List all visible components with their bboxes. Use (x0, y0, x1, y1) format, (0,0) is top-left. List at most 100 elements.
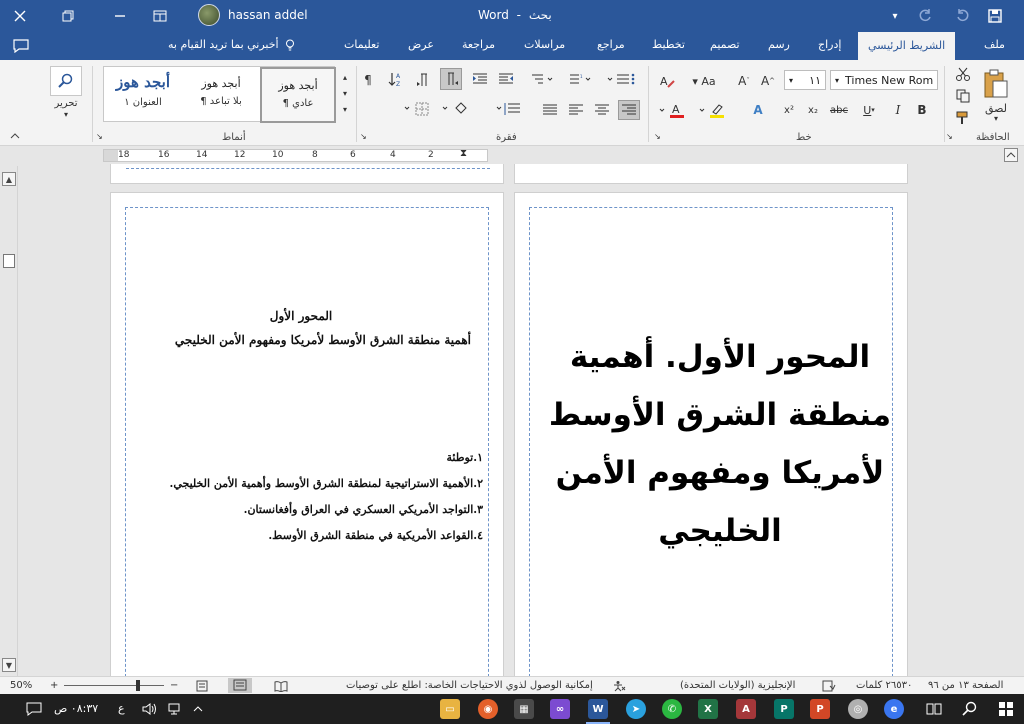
search-label[interactable]: بحث (529, 8, 552, 22)
restore-window-button[interactable] (48, 0, 88, 32)
tell-me-search[interactable]: أخبرني بما تريد القيام به (168, 38, 295, 51)
powerpoint-icon[interactable]: P (810, 699, 830, 719)
show-formatting-button[interactable]: ¶ (360, 72, 376, 88)
focus-mode-button[interactable] (196, 680, 208, 695)
text-effects-button[interactable]: A (748, 100, 768, 120)
page-left[interactable]: المحور الأول أهمية منطقة الشرق الأوسط لأ… (110, 192, 504, 676)
tab-mailings[interactable]: مراسلات (524, 38, 565, 51)
telegram-icon[interactable]: ➤ (626, 699, 646, 719)
strikethrough-button[interactable]: abc (828, 102, 850, 118)
tab-home[interactable]: الشريط الرئيسي (858, 32, 956, 60)
publisher-icon[interactable]: P (774, 699, 794, 719)
clipboard-launcher[interactable]: ↘ (946, 132, 953, 141)
decrease-indent-button[interactable] (496, 70, 516, 88)
list-item[interactable]: ١.توطئة (125, 451, 483, 464)
section-heading[interactable]: المحور الأول (131, 309, 471, 323)
find-button[interactable] (50, 66, 82, 96)
styles-launcher[interactable]: ↘ (96, 132, 103, 141)
format-painter-button[interactable] (954, 110, 972, 126)
proofing-icon[interactable] (822, 680, 836, 695)
editing-dropdown[interactable]: ▾ (60, 110, 72, 119)
grow-font-button[interactable]: A ^ (758, 72, 778, 90)
ribbon-display-options-button[interactable] (140, 0, 180, 32)
view-ruler-button[interactable] (1004, 148, 1018, 162)
network-button[interactable] (164, 699, 184, 719)
editing-label[interactable]: تحرير (48, 98, 84, 109)
language-status[interactable]: الإنجليزية (الولايات المتحدة) (680, 680, 795, 691)
scroll-up-button[interactable]: ▲ (2, 172, 16, 186)
shading-button[interactable] (440, 100, 472, 118)
zoom-level[interactable]: 50% (10, 680, 32, 691)
tab-help[interactable]: تعليمات (344, 38, 379, 51)
access-icon[interactable]: A (736, 699, 756, 719)
tab-file[interactable]: ملف (984, 38, 1005, 51)
word-icon[interactable]: W (588, 699, 608, 719)
whatsapp-icon[interactable]: ✆ (662, 699, 682, 719)
tab-review[interactable]: مراجعة (462, 38, 495, 51)
search-button[interactable] (960, 699, 980, 719)
clear-formatting-button[interactable]: A (656, 72, 678, 90)
read-mode-button[interactable] (274, 680, 288, 695)
list-item[interactable]: ٣.التواجد الأمريكي العسكري في العراق وأف… (125, 503, 483, 516)
ltr-direction-button[interactable] (414, 70, 434, 90)
print-layout-button[interactable] (228, 678, 252, 693)
save-button[interactable] (980, 0, 1010, 32)
zoom-in-button[interactable]: + (50, 680, 58, 691)
list-item[interactable]: ٤.القواعد الأمريكية في منطقة الشرق الأوس… (125, 529, 483, 542)
scroll-down-button[interactable]: ▼ (2, 658, 16, 672)
start-button[interactable] (996, 699, 1016, 719)
underline-button[interactable]: U ▾ (856, 102, 882, 118)
change-case-button[interactable]: ▾ Aa (686, 72, 722, 90)
align-right-button[interactable] (618, 100, 640, 120)
superscript-button[interactable]: x² (780, 102, 798, 118)
highlight-button[interactable] (696, 100, 732, 120)
shrink-font-button[interactable]: Aˇ (734, 72, 754, 90)
redo-button[interactable] (910, 0, 940, 32)
tab-layout[interactable]: تخطيط (652, 38, 685, 51)
minimize-window-button[interactable] (100, 0, 140, 32)
font-color-button[interactable]: A (656, 100, 692, 120)
word-count[interactable]: ٢٦٥٣٠ كلمات (856, 680, 912, 691)
paste-dropdown[interactable]: ▾ (990, 114, 1002, 123)
excel-icon[interactable]: X (698, 699, 718, 719)
section-subheading[interactable]: أهمية منطقة الشرق الأوسط لأمريكا ومفهوم … (131, 333, 471, 347)
vertical-scrollbar[interactable]: ▲ ▼ (0, 166, 18, 676)
numbering-button[interactable]: 1 (566, 70, 596, 88)
font-size-dropdown[interactable]: ▾ ١١ (784, 70, 826, 90)
style-heading1[interactable]: أبجد هوز العنوان ١ (104, 67, 182, 123)
input-language[interactable]: ع (118, 702, 125, 715)
line-spacing-button[interactable] (494, 100, 524, 118)
clock[interactable]: ٠٨:٣٧ ص (54, 702, 98, 715)
show-hidden-icons-button[interactable] (188, 699, 208, 719)
undo-button[interactable] (948, 0, 978, 32)
document-area[interactable]: المحور الأول أهمية منطقة الشرق الأوسط لأ… (18, 164, 1024, 676)
edge-icon[interactable]: e (884, 699, 904, 719)
sort-button[interactable]: AZ (386, 70, 404, 88)
font-launcher[interactable]: ↘ (654, 132, 661, 141)
tab-draw[interactable]: رسم (768, 38, 790, 51)
calculator-icon[interactable]: ▦ (514, 699, 534, 719)
subscript-button[interactable]: x₂ (804, 102, 822, 118)
increase-indent-button[interactable] (470, 70, 490, 88)
multilevel-list-button[interactable] (528, 70, 558, 88)
volume-button[interactable] (140, 699, 160, 719)
tab-view[interactable]: عرض (408, 38, 434, 51)
align-center-button[interactable] (592, 102, 612, 118)
justify-button[interactable] (540, 102, 560, 118)
font-name-dropdown[interactable]: ▾ Times New Rom (830, 70, 938, 90)
file-explorer-icon[interactable]: ▭ (440, 699, 460, 719)
list-item[interactable]: ٢.الأهمية الاستراتيجية لمنطقة الشرق الأو… (125, 477, 483, 490)
accessibility-status[interactable]: إمكانية الوصول لذوي الاحتياجات الخاصة: ا… (346, 680, 593, 691)
username[interactable]: hassan addel (228, 8, 308, 22)
zoom-slider-thumb[interactable] (136, 680, 140, 691)
page-number[interactable]: الصفحة ١٣ من ٩٦ (928, 680, 1003, 691)
visual-studio-icon[interactable]: ∞ (550, 699, 570, 719)
copy-button[interactable] (954, 88, 972, 104)
customize-quick-access-button[interactable]: ▾ (880, 0, 910, 32)
zoom-out-button[interactable]: − (170, 680, 178, 691)
indent-marker[interactable]: ⧗ (460, 148, 467, 159)
chrome-icon[interactable]: ◎ (848, 699, 868, 719)
paragraph-launcher[interactable]: ↘ (360, 132, 367, 141)
italic-button[interactable]: I (890, 102, 906, 118)
cut-button[interactable] (954, 66, 972, 82)
